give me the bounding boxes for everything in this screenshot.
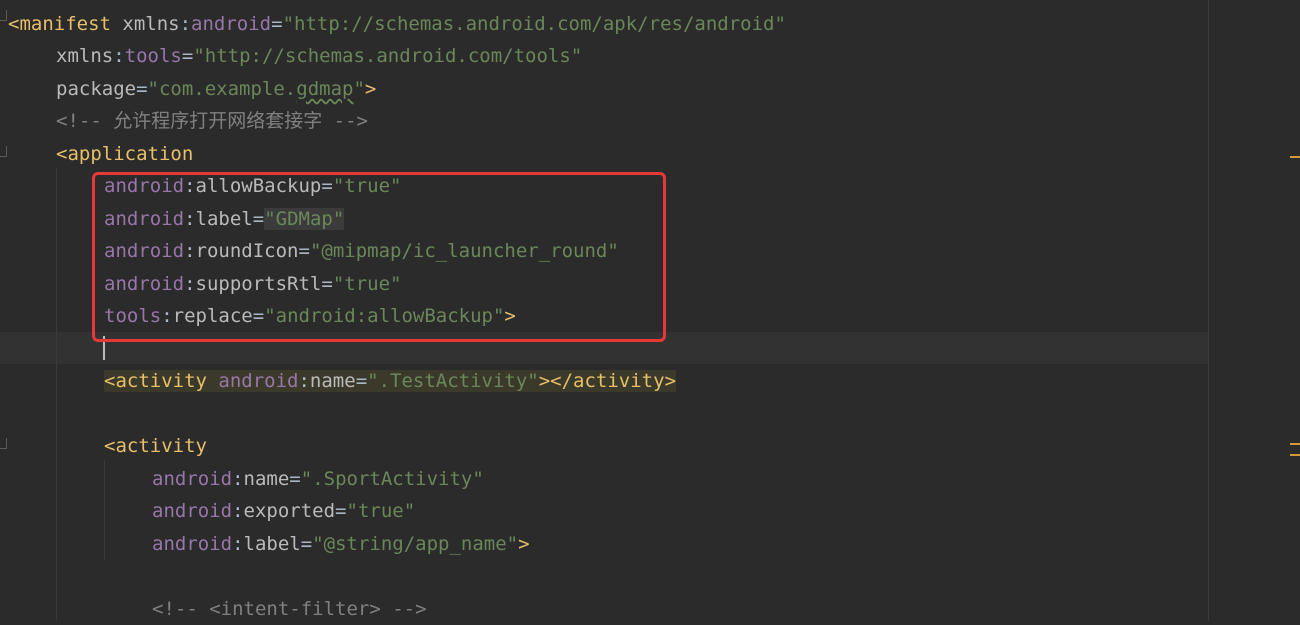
tag-token: ></activity> (538, 370, 677, 392)
colon-token: : (232, 533, 244, 555)
fold-icon[interactable] (0, 10, 8, 24)
tag-token: <application (56, 143, 194, 165)
scrollbar-marker[interactable] (1290, 156, 1300, 158)
namespace-token: android (218, 370, 299, 392)
namespace-token: android (152, 468, 233, 490)
code-line-19[interactable]: <!-- <intent-filter> --> (152, 593, 427, 625)
colon-token: : (179, 13, 192, 35)
code-line-14[interactable]: <activity (104, 430, 207, 462)
code-line-2[interactable]: xmlns:tools="http://schemas.android.com/… (56, 40, 582, 72)
code-line-16[interactable]: android:exported="true" (152, 495, 415, 527)
indent-guide (104, 460, 105, 560)
namespace-token: android (152, 533, 233, 555)
attr-token: xmlns (56, 45, 114, 67)
equals-token: = (300, 533, 313, 555)
code-line-4[interactable]: <!-- 允许程序打开网络套接字 --> (56, 105, 368, 137)
colon-token: : (113, 45, 125, 67)
equals-token: = (271, 13, 283, 35)
colon-token: : (232, 500, 244, 522)
colon-token: : (232, 468, 244, 490)
comment-token: <!-- <intent-filter> --> (152, 598, 427, 620)
fold-icon[interactable] (0, 146, 8, 160)
activity-tag-highlight: <activity android:name=".TestActivity"><… (104, 370, 677, 392)
code-line-12[interactable]: <activity android:name=".TestActivity"><… (104, 365, 677, 397)
tag-token: <manifest (8, 13, 123, 35)
equals-token: = (355, 370, 368, 392)
colon-token: : (298, 370, 310, 392)
string-token: "http://schemas.android.com/tools" (193, 45, 583, 67)
attr-token: exported (243, 500, 336, 522)
tag-token: <activity (104, 435, 207, 457)
code-editor[interactable]: <manifest xmlns:android="http://schemas.… (0, 0, 1300, 621)
attr-token: name (243, 468, 290, 490)
tag-token: > (518, 533, 530, 555)
equals-token: = (181, 45, 194, 67)
equals-token: = (335, 500, 347, 522)
namespace-token: android (152, 500, 233, 522)
tag-token: > (364, 78, 377, 100)
string-token: "true" (346, 500, 416, 522)
indent-guide (56, 168, 57, 621)
red-annotation-box (92, 172, 666, 342)
attr-token: xmlns (122, 13, 180, 35)
scrollbar-marker[interactable] (1290, 443, 1300, 445)
attr-token: label (243, 533, 301, 555)
scrollbar-marker[interactable] (1290, 454, 1300, 456)
typo-warning-token: gdmap (296, 78, 354, 100)
attr-token: package (56, 78, 137, 100)
namespace-token: android (191, 13, 272, 35)
equals-token: = (289, 468, 301, 490)
string-token: "com.example. (147, 78, 297, 100)
code-line-5[interactable]: <application (56, 138, 193, 170)
code-line-15[interactable]: android:name=".SportActivity" (152, 463, 484, 495)
right-margin-guide (1208, 0, 1209, 621)
code-line-1[interactable]: <manifest xmlns:android="http://schemas.… (8, 8, 786, 40)
string-token: "@string/app_name" (312, 533, 519, 555)
code-line-17[interactable]: android:label="@string/app_name"> (152, 528, 530, 560)
string-token: " (353, 78, 365, 100)
equals-token: = (136, 78, 148, 100)
fold-icon[interactable] (0, 438, 8, 452)
code-line-3[interactable]: package="com.example.gdmap"> (56, 73, 376, 105)
namespace-token: tools (124, 45, 182, 67)
attr-token: name (309, 370, 356, 392)
string-token: ".TestActivity" (367, 370, 539, 392)
comment-token: <!-- 允许程序打开网络套接字 --> (56, 110, 368, 132)
tag-token: <activity (104, 370, 219, 392)
string-token: "http://schemas.android.com/apk/res/andr… (282, 13, 786, 35)
string-token: ".SportActivity" (300, 468, 484, 490)
